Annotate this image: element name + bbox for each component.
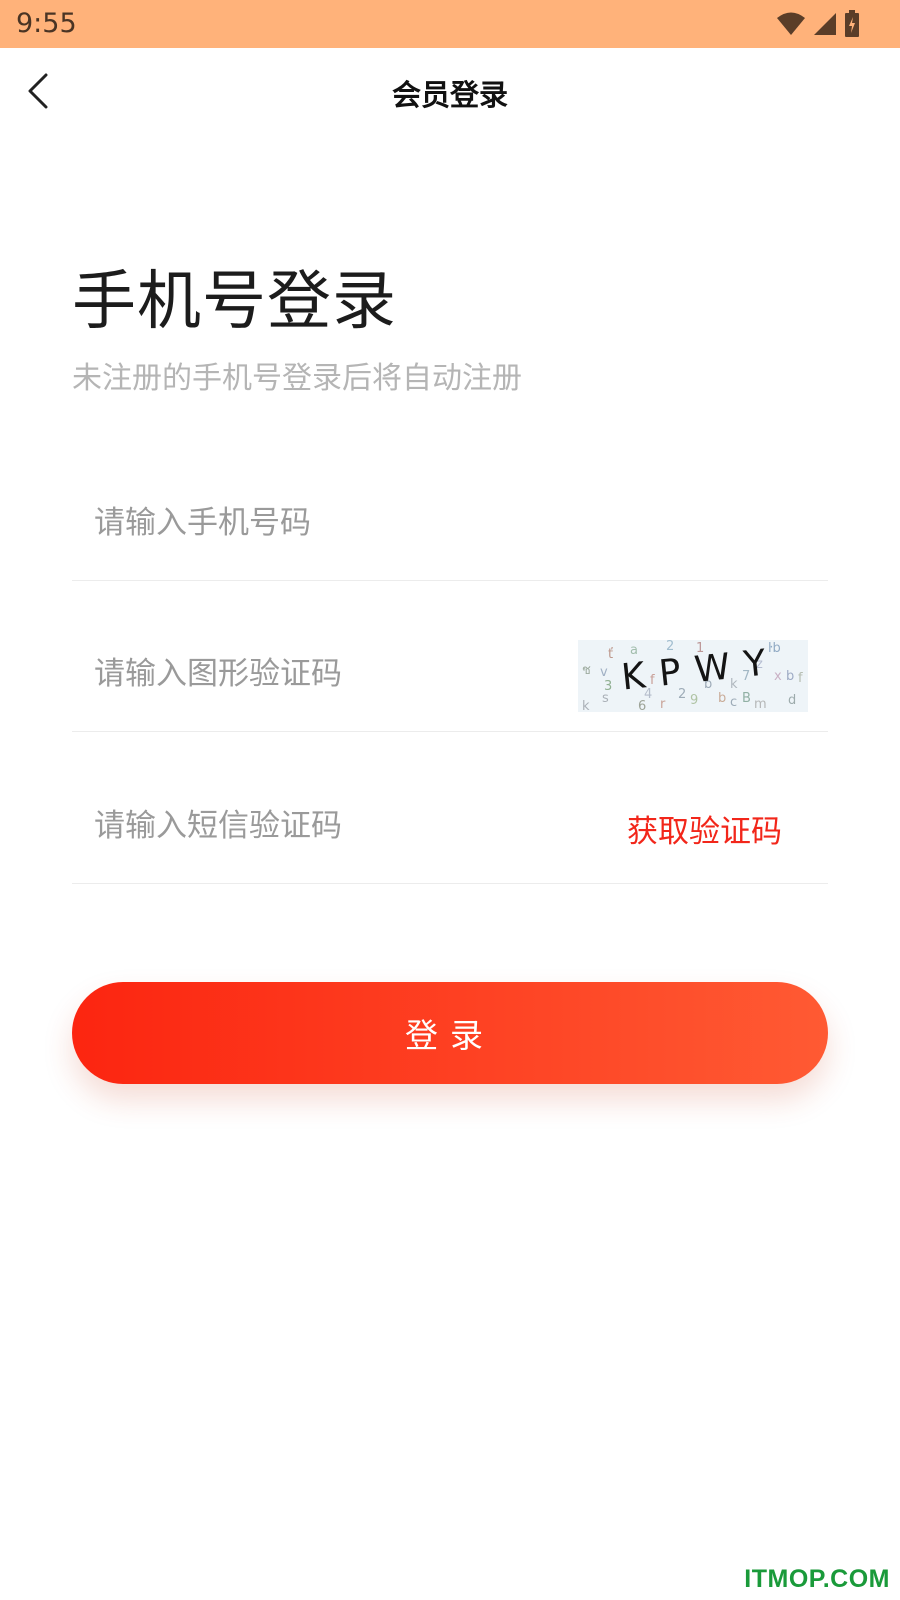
captcha-input[interactable] [94,616,554,731]
status-bar: 9:55 [0,0,900,48]
svg-text:f: f [798,671,803,686]
svg-text:ช: ช [582,663,591,678]
login-subtitle: 未注册的手机号登录后将自动注册 [72,361,522,396]
svg-text:r: r [660,697,666,712]
svg-text:ť: ť [608,647,613,662]
phone-field-row [72,465,828,581]
battery-charging-icon [844,10,860,42]
svg-text:b: b [786,669,794,684]
wifi-icon [776,11,806,41]
svg-text:k: k [582,699,590,712]
svg-text:B: B [742,691,751,706]
svg-text:9: 9 [690,693,698,708]
captcha-field-row: ť a 2 1 ŀb ช v 3 s f 4 6 r 2 9 b b k c B [72,616,828,732]
status-time: 9:55 [16,8,77,39]
svg-text:c: c [730,695,737,710]
sms-field-row: 获取验证码 [72,768,828,884]
svg-text:s: s [602,691,609,706]
login-button[interactable]: 登录 [72,982,828,1084]
svg-text:m: m [754,697,767,712]
watermark: ITMOP.COM [744,1565,890,1593]
get-sms-code-button[interactable]: 获取验证码 [627,806,782,851]
page-title: 会员登录 [391,78,508,112]
svg-text:b: b [718,691,726,706]
login-headline: 手机号登录 [72,265,397,339]
captcha-text: KPWY [620,641,782,698]
captcha-image[interactable]: ť a 2 1 ŀb ช v 3 s f 4 6 r 2 9 b b k c B [578,640,808,712]
svg-text:v: v [600,665,608,680]
svg-text:6: 6 [638,699,646,712]
signal-icon [812,11,838,41]
phone-input[interactable] [94,465,554,580]
svg-text:d: d [788,693,796,708]
nav-bar: 会员登录 [0,48,900,138]
sms-code-input[interactable] [94,768,554,883]
status-icons [776,10,860,42]
